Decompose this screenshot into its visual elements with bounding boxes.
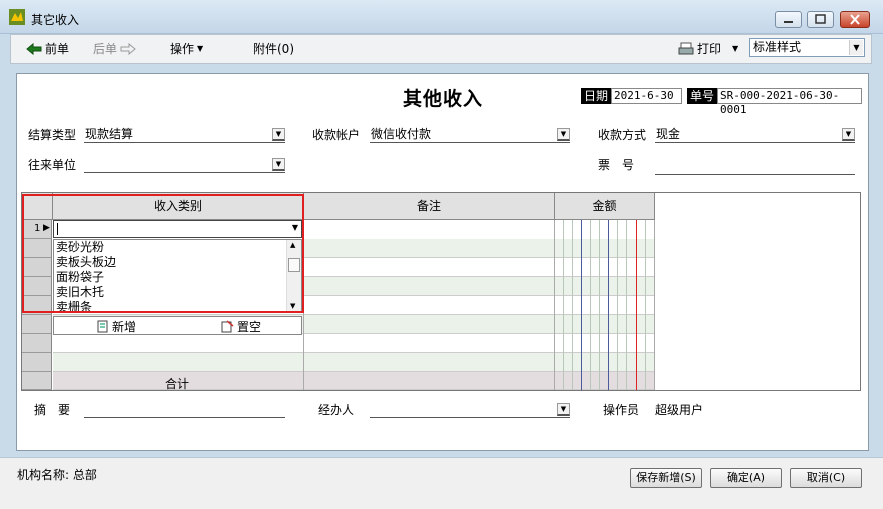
total-row: [53, 372, 655, 390]
digit-line: [581, 220, 582, 390]
window-title: 其它收入: [31, 13, 80, 27]
column-divider: [654, 220, 655, 390]
clear-label: 置空: [237, 320, 262, 334]
restore-icon: [815, 14, 826, 24]
style-select[interactable]: 标准样式 ▼: [749, 38, 865, 57]
digit-line: [599, 220, 600, 390]
digit-line: [617, 220, 618, 390]
handler-select[interactable]: ▼: [370, 401, 570, 418]
header-amount[interactable]: 金额: [555, 193, 655, 220]
row-header[interactable]: [22, 334, 52, 353]
close-button[interactable]: [840, 11, 870, 28]
method-label: 收款方式: [598, 128, 647, 142]
highlight-frame: [22, 194, 304, 313]
partner-select[interactable]: ▼: [84, 156, 285, 173]
decimal-line: [636, 220, 637, 390]
settle-select[interactable]: 现款结算 ▼: [84, 126, 285, 143]
chevron-down-icon: ▼: [849, 40, 863, 55]
org-name: 机构名称: 总部: [17, 468, 97, 482]
digit-line: [572, 220, 573, 390]
prev-label: 前单: [45, 42, 70, 56]
account-value: 微信收付款: [371, 127, 432, 141]
chevron-down-icon: ▼: [272, 158, 285, 171]
attach-label: 附件(0): [253, 42, 294, 56]
digit-line: [645, 220, 646, 390]
save-new-button[interactable]: 保存新增(S): [630, 468, 702, 488]
style-value: 标准样式: [753, 40, 802, 54]
account-label: 收款帐户: [312, 128, 361, 142]
row-header[interactable]: [22, 372, 52, 390]
title-bar: [0, 0, 883, 34]
method-select[interactable]: 现金 ▼: [655, 126, 855, 143]
chevron-down-icon: ▼: [272, 128, 285, 141]
add-option-button[interactable]: 新增: [97, 318, 136, 335]
table-row[interactable]: [53, 353, 655, 372]
prev-button[interactable]: 前单: [26, 40, 69, 58]
date-label: 日期: [581, 88, 612, 104]
account-select[interactable]: 微信收付款 ▼: [370, 126, 570, 143]
operator-value: 超级用户: [655, 403, 704, 417]
print-button[interactable]: 打印 ▼: [678, 40, 738, 58]
settle-label: 结算类型: [28, 128, 77, 142]
digit-line: [608, 220, 609, 390]
ok-button[interactable]: 确定(A): [710, 468, 782, 488]
method-value: 现金: [656, 127, 681, 141]
note-add-icon: [97, 320, 108, 333]
header-note[interactable]: 备注: [304, 193, 555, 220]
no-label: 单号: [687, 88, 718, 104]
total-label: 合计: [165, 377, 190, 391]
caret-down-icon: ▼: [197, 44, 204, 53]
maximize-button[interactable]: [807, 11, 834, 28]
chevron-down-icon: ▼: [557, 128, 570, 141]
minimize-button[interactable]: [775, 11, 802, 28]
no-field[interactable]: SR-000-2021-06-30-0001: [717, 88, 862, 116]
close-icon: [850, 14, 860, 25]
ticket-label: 票 号: [598, 158, 635, 172]
clear-option-button[interactable]: 置空: [220, 318, 261, 335]
table-row[interactable]: [53, 334, 655, 353]
settle-value: 现款结算: [85, 127, 134, 141]
memo-label: 摘 要: [34, 403, 71, 417]
row-header[interactable]: [22, 353, 52, 372]
partner-label: 往来单位: [28, 158, 77, 172]
next-button[interactable]: 后单: [93, 40, 136, 58]
digit-line: [626, 220, 627, 390]
form-title: 其他收入: [403, 88, 484, 110]
arrow-left-icon: [26, 43, 42, 55]
minimize-icon: [784, 21, 793, 23]
caret-down-icon: ▼: [732, 44, 739, 53]
list-action-bar: [53, 316, 302, 335]
chevron-down-icon: ▼: [557, 403, 570, 416]
toolbar: [10, 34, 872, 64]
row-header[interactable]: [22, 315, 52, 334]
arrow-right-icon: [120, 43, 136, 55]
date-field[interactable]: 2021-6-30: [611, 88, 682, 104]
digit-line: [563, 220, 564, 390]
add-label: 新增: [112, 320, 137, 334]
operate-menu[interactable]: 操作 ▼: [170, 40, 203, 58]
chevron-down-icon: ▼: [842, 128, 855, 141]
handler-label: 经办人: [318, 403, 355, 417]
ticket-field[interactable]: [655, 158, 855, 175]
printer-icon: [678, 42, 694, 55]
operator-label: 操作员: [603, 403, 640, 417]
memo-field[interactable]: [84, 401, 285, 418]
clear-icon: [221, 320, 234, 333]
operate-label: 操作: [170, 42, 195, 56]
app-icon: [9, 9, 25, 25]
attach-button[interactable]: 附件(0): [253, 40, 294, 58]
print-label: 打印: [697, 42, 722, 56]
digit-line: [590, 220, 591, 390]
cancel-button[interactable]: 取消(C): [790, 468, 862, 488]
column-divider: [554, 220, 555, 390]
next-label: 后单: [93, 42, 118, 56]
